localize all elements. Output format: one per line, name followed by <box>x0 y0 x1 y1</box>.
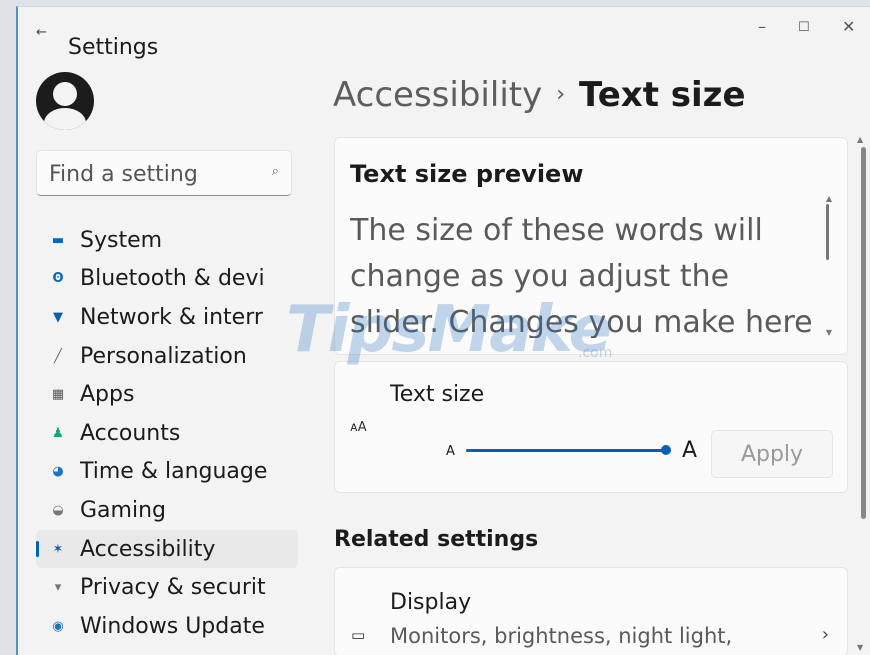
brush-icon: ╱ <box>54 348 62 364</box>
back-arrow-icon[interactable]: ← <box>36 25 47 40</box>
sidebar-item-label: Bluetooth & devi <box>80 266 265 292</box>
sidebar-item-accounts[interactable]: ♟ Accounts <box>36 414 298 453</box>
sidebar-item-label: Privacy & securit <box>80 575 266 601</box>
network-icon: ▼ <box>53 309 63 325</box>
text-size-slider-thumb[interactable] <box>661 445 671 455</box>
display-subtitle: Monitors, brightness, night light, <box>390 624 733 648</box>
app-title: Settings <box>68 35 159 60</box>
text-size-slider-track[interactable] <box>466 449 664 452</box>
scroll-down-icon[interactable]: ▼ <box>857 643 863 652</box>
sidebar-item-privacy-security[interactable]: ▾ Privacy & securit <box>36 568 298 607</box>
sidebar-nav: ▬ System ʘ Bluetooth & devi ▼ Network & … <box>36 221 298 646</box>
sidebar-item-label: Personalization <box>80 343 247 369</box>
sidebar-item-accessibility[interactable]: ✶ Accessibility <box>36 529 298 569</box>
text-size-icon: ᴀA <box>350 420 367 435</box>
slider-min-label: A <box>446 444 455 459</box>
accessibility-icon: ✶ <box>52 541 64 557</box>
preview-title: Text size preview <box>350 160 584 188</box>
avatar[interactable] <box>36 72 94 130</box>
sidebar-item-apps[interactable]: ▦ Apps <box>36 375 298 414</box>
monitor-icon: ▭ <box>351 626 366 644</box>
close-button[interactable]: ✕ <box>842 17 855 36</box>
settings-window: ← Settings – ☐ ✕ ⌕ ▬ System ʘ Bluetooth … <box>16 6 870 655</box>
title-bar: ← Settings – ☐ ✕ <box>18 7 870 60</box>
scroll-up-icon[interactable]: ▲ <box>857 135 863 144</box>
breadcrumb: Accessibility › Text size <box>333 75 746 115</box>
sidebar-item-label: Accounts <box>80 420 181 446</box>
apps-icon: ▦ <box>51 387 65 403</box>
search-input[interactable] <box>47 160 251 188</box>
related-settings-heading: Related settings <box>334 527 539 552</box>
display-link-card[interactable]: Display ▭ Monitors, brightness, night li… <box>334 567 848 655</box>
page-title: Text size <box>579 75 746 115</box>
avatar-body <box>44 108 86 130</box>
text-size-card: Text size ᴀA A A Apply <box>334 361 848 493</box>
sidebar-item-personalization[interactable]: ╱ Personalization <box>36 337 298 376</box>
page-scrollbar[interactable] <box>861 147 866 519</box>
sidebar-item-label: Gaming <box>80 497 166 523</box>
sidebar-item-label: Windows Update <box>80 613 265 639</box>
globe-clock-icon: ◕ <box>52 464 64 480</box>
sidebar-item-gaming[interactable]: ◒ Gaming <box>36 491 298 530</box>
update-icon: ◉ <box>52 618 64 634</box>
sidebar-item-system[interactable]: ▬ System <box>36 221 298 260</box>
avatar-head <box>53 82 77 106</box>
sidebar-item-windows-update[interactable]: ◉ Windows Update <box>36 607 298 646</box>
sidebar-item-time-language[interactable]: ◕ Time & language <box>36 453 298 492</box>
scroll-up-icon[interactable]: ▲ <box>826 194 832 203</box>
sidebar-item-label: System <box>80 227 163 253</box>
text-size-label: Text size <box>390 382 485 407</box>
minimize-button[interactable]: – <box>758 17 766 36</box>
search-icon[interactable]: ⌕ <box>272 164 279 179</box>
apply-button[interactable]: Apply <box>711 430 833 478</box>
search-box[interactable]: ⌕ <box>36 150 292 196</box>
shield-icon: ▾ <box>54 580 62 596</box>
bluetooth-icon: ʘ <box>52 271 64 287</box>
watermark: TipsMake <box>286 293 612 367</box>
watermark-domain: .com <box>578 345 613 361</box>
slider-max-label: A <box>682 438 698 463</box>
system-icon: ▬ <box>51 232 65 248</box>
breadcrumb-parent[interactable]: Accessibility <box>333 75 542 115</box>
sidebar-item-bluetooth[interactable]: ʘ Bluetooth & devi <box>36 260 298 299</box>
sidebar-item-label: Network & interr <box>80 304 263 330</box>
chevron-right-icon: › <box>821 624 829 645</box>
display-title: Display <box>390 590 472 615</box>
preview-scrollbar[interactable] <box>826 204 829 260</box>
active-indicator <box>36 540 39 557</box>
accounts-icon: ♟ <box>52 425 64 441</box>
maximize-button[interactable]: ☐ <box>798 20 810 35</box>
sidebar-item-network[interactable]: ▼ Network & interr <box>36 298 298 337</box>
gamepad-icon: ◒ <box>52 502 64 518</box>
sidebar-item-label: Apps <box>80 382 135 408</box>
breadcrumb-separator: › <box>556 82 566 107</box>
sidebar-item-label: Time & language <box>80 459 268 485</box>
sidebar-item-label: Accessibility <box>80 536 216 562</box>
scroll-down-icon[interactable]: ▼ <box>826 328 832 337</box>
